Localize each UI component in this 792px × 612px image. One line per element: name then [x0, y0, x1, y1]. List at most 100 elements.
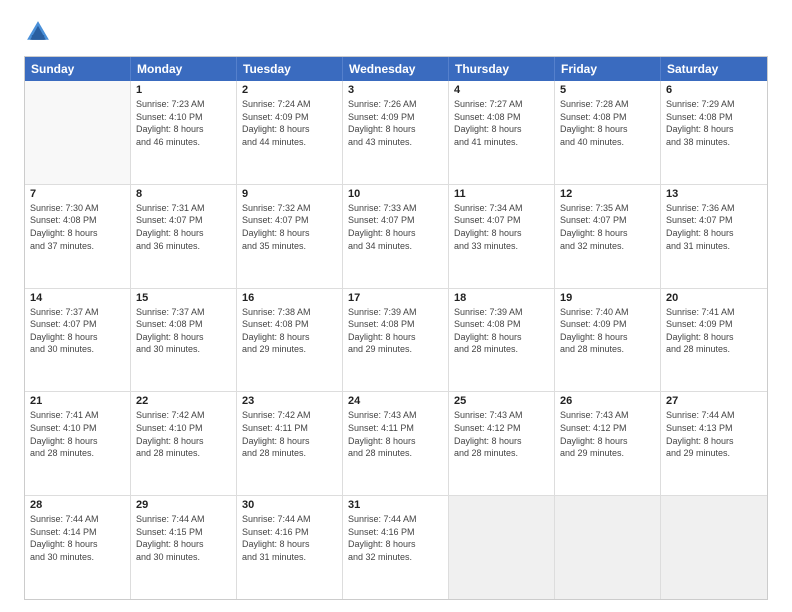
- day-number: 17: [348, 292, 443, 304]
- calendar-row-2: 7 Sunrise: 7:30 AMSunset: 4:08 PMDaylight…: [25, 184, 767, 288]
- calendar-row-4: 21 Sunrise: 7:41 AMSunset: 4:10 PMDayligh…: [25, 391, 767, 495]
- day-info: Sunrise: 7:43 AMSunset: 4:12 PMDaylight:…: [560, 409, 655, 459]
- empty-cell: [449, 496, 555, 599]
- day-cell-30: 30Sunrise: 7:44 AMSunset: 4:16 PMDayligh…: [237, 496, 343, 599]
- day-cell-5: 5 Sunrise: 7:28 AMSunset: 4:08 PMDaylight…: [555, 81, 661, 184]
- header-day-monday: Monday: [131, 57, 237, 81]
- day-cell-11: 11 Sunrise: 7:34 AMSunset: 4:07 PMDayligh…: [449, 185, 555, 288]
- day-number: 12: [560, 188, 655, 200]
- day-number: 29: [136, 499, 231, 511]
- day-cell-21: 21 Sunrise: 7:41 AMSunset: 4:10 PMDayligh…: [25, 392, 131, 495]
- day-cell-6: 6 Sunrise: 7:29 AMSunset: 4:08 PMDaylight…: [661, 81, 767, 184]
- day-info: Sunrise: 7:40 AMSunset: 4:09 PMDaylight:…: [560, 306, 655, 356]
- day-cell-7: 7 Sunrise: 7:30 AMSunset: 4:08 PMDaylight…: [25, 185, 131, 288]
- day-info: Sunrise: 7:39 AMSunset: 4:08 PMDaylight:…: [454, 306, 549, 356]
- day-info: Sunrise: 7:43 AMSunset: 4:11 PMDaylight:…: [348, 409, 443, 459]
- day-number: 6: [666, 84, 762, 96]
- day-number: 23: [242, 395, 337, 407]
- day-cell-17: 17Sunrise: 7:39 AMSunset: 4:08 PMDayligh…: [343, 289, 449, 392]
- header-day-tuesday: Tuesday: [237, 57, 343, 81]
- day-number: 14: [30, 292, 125, 304]
- day-cell-2: 2 Sunrise: 7:24 AMSunset: 4:09 PMDaylight…: [237, 81, 343, 184]
- calendar-body: 1 Sunrise: 7:23 AMSunset: 4:10 PMDaylight…: [25, 81, 767, 599]
- day-cell-23: 23 Sunrise: 7:42 AMSunset: 4:11 PMDayligh…: [237, 392, 343, 495]
- logo-icon: [24, 18, 52, 46]
- day-number: 19: [560, 292, 655, 304]
- day-number: 5: [560, 84, 655, 96]
- day-number: 22: [136, 395, 231, 407]
- day-number: 18: [454, 292, 549, 304]
- day-number: 3: [348, 84, 443, 96]
- page: SundayMondayTuesdayWednesdayThursdayFrid…: [0, 0, 792, 612]
- day-info: Sunrise: 7:41 AMSunset: 4:10 PMDaylight:…: [30, 409, 125, 459]
- header-day-saturday: Saturday: [661, 57, 767, 81]
- header-day-thursday: Thursday: [449, 57, 555, 81]
- calendar-row-1: 1 Sunrise: 7:23 AMSunset: 4:10 PMDaylight…: [25, 81, 767, 184]
- day-cell-9: 9Sunrise: 7:32 AMSunset: 4:07 PMDaylight…: [237, 185, 343, 288]
- day-number: 15: [136, 292, 231, 304]
- day-number: 13: [666, 188, 762, 200]
- day-cell-25: 25 Sunrise: 7:43 AMSunset: 4:12 PMDayligh…: [449, 392, 555, 495]
- day-number: 21: [30, 395, 125, 407]
- day-number: 4: [454, 84, 549, 96]
- day-info: Sunrise: 7:24 AMSunset: 4:09 PMDaylight:…: [242, 98, 337, 148]
- day-number: 11: [454, 188, 549, 200]
- day-number: 26: [560, 395, 655, 407]
- empty-cell: [555, 496, 661, 599]
- day-cell-20: 20 Sunrise: 7:41 AMSunset: 4:09 PMDayligh…: [661, 289, 767, 392]
- day-cell-3: 3 Sunrise: 7:26 AMSunset: 4:09 PMDaylight…: [343, 81, 449, 184]
- calendar: SundayMondayTuesdayWednesdayThursdayFrid…: [24, 56, 768, 600]
- day-info: Sunrise: 7:33 AMSunset: 4:07 PMDaylight:…: [348, 202, 443, 252]
- day-info: Sunrise: 7:26 AMSunset: 4:09 PMDaylight:…: [348, 98, 443, 148]
- day-cell-19: 19 Sunrise: 7:40 AMSunset: 4:09 PMDayligh…: [555, 289, 661, 392]
- day-cell-27: 27Sunrise: 7:44 AMSunset: 4:13 PMDayligh…: [661, 392, 767, 495]
- day-info: Sunrise: 7:31 AMSunset: 4:07 PMDaylight:…: [136, 202, 231, 252]
- day-cell-29: 29 Sunrise: 7:44 AMSunset: 4:15 PMDayligh…: [131, 496, 237, 599]
- day-cell-24: 24 Sunrise: 7:43 AMSunset: 4:11 PMDayligh…: [343, 392, 449, 495]
- day-cell-26: 26 Sunrise: 7:43 AMSunset: 4:12 PMDayligh…: [555, 392, 661, 495]
- day-number: 8: [136, 188, 231, 200]
- day-info: Sunrise: 7:44 AMSunset: 4:15 PMDaylight:…: [136, 513, 231, 563]
- day-info: Sunrise: 7:44 AMSunset: 4:14 PMDaylight:…: [30, 513, 125, 563]
- day-number: 7: [30, 188, 125, 200]
- day-info: Sunrise: 7:35 AMSunset: 4:07 PMDaylight:…: [560, 202, 655, 252]
- day-info: Sunrise: 7:30 AMSunset: 4:08 PMDaylight:…: [30, 202, 125, 252]
- day-number: 27: [666, 395, 762, 407]
- day-info: Sunrise: 7:36 AMSunset: 4:07 PMDaylight:…: [666, 202, 762, 252]
- day-number: 30: [242, 499, 337, 511]
- day-cell-4: 4 Sunrise: 7:27 AMSunset: 4:08 PMDaylight…: [449, 81, 555, 184]
- day-cell-16: 16Sunrise: 7:38 AMSunset: 4:08 PMDayligh…: [237, 289, 343, 392]
- day-cell-31: 31Sunrise: 7:44 AMSunset: 4:16 PMDayligh…: [343, 496, 449, 599]
- day-info: Sunrise: 7:37 AMSunset: 4:08 PMDaylight:…: [136, 306, 231, 356]
- day-cell-18: 18 Sunrise: 7:39 AMSunset: 4:08 PMDayligh…: [449, 289, 555, 392]
- day-info: Sunrise: 7:37 AMSunset: 4:07 PMDaylight:…: [30, 306, 125, 356]
- header-day-wednesday: Wednesday: [343, 57, 449, 81]
- day-info: Sunrise: 7:44 AMSunset: 4:16 PMDaylight:…: [348, 513, 443, 563]
- day-cell-1: 1 Sunrise: 7:23 AMSunset: 4:10 PMDaylight…: [131, 81, 237, 184]
- header-day-sunday: Sunday: [25, 57, 131, 81]
- day-number: 20: [666, 292, 762, 304]
- day-number: 25: [454, 395, 549, 407]
- day-number: 1: [136, 84, 231, 96]
- day-info: Sunrise: 7:38 AMSunset: 4:08 PMDaylight:…: [242, 306, 337, 356]
- day-info: Sunrise: 7:27 AMSunset: 4:08 PMDaylight:…: [454, 98, 549, 148]
- day-number: 24: [348, 395, 443, 407]
- day-cell-13: 13 Sunrise: 7:36 AMSunset: 4:07 PMDayligh…: [661, 185, 767, 288]
- day-number: 2: [242, 84, 337, 96]
- day-info: Sunrise: 7:28 AMSunset: 4:08 PMDaylight:…: [560, 98, 655, 148]
- day-info: Sunrise: 7:43 AMSunset: 4:12 PMDaylight:…: [454, 409, 549, 459]
- day-info: Sunrise: 7:29 AMSunset: 4:08 PMDaylight:…: [666, 98, 762, 148]
- day-info: Sunrise: 7:41 AMSunset: 4:09 PMDaylight:…: [666, 306, 762, 356]
- day-info: Sunrise: 7:23 AMSunset: 4:10 PMDaylight:…: [136, 98, 231, 148]
- day-cell-15: 15 Sunrise: 7:37 AMSunset: 4:08 PMDayligh…: [131, 289, 237, 392]
- day-info: Sunrise: 7:42 AMSunset: 4:11 PMDaylight:…: [242, 409, 337, 459]
- calendar-row-5: 28Sunrise: 7:44 AMSunset: 4:14 PMDayligh…: [25, 495, 767, 599]
- day-cell-8: 8 Sunrise: 7:31 AMSunset: 4:07 PMDaylight…: [131, 185, 237, 288]
- header: [24, 18, 768, 46]
- empty-cell: [25, 81, 131, 184]
- day-cell-10: 10Sunrise: 7:33 AMSunset: 4:07 PMDayligh…: [343, 185, 449, 288]
- empty-cell: [661, 496, 767, 599]
- day-info: Sunrise: 7:34 AMSunset: 4:07 PMDaylight:…: [454, 202, 549, 252]
- header-day-friday: Friday: [555, 57, 661, 81]
- logo: [24, 18, 56, 46]
